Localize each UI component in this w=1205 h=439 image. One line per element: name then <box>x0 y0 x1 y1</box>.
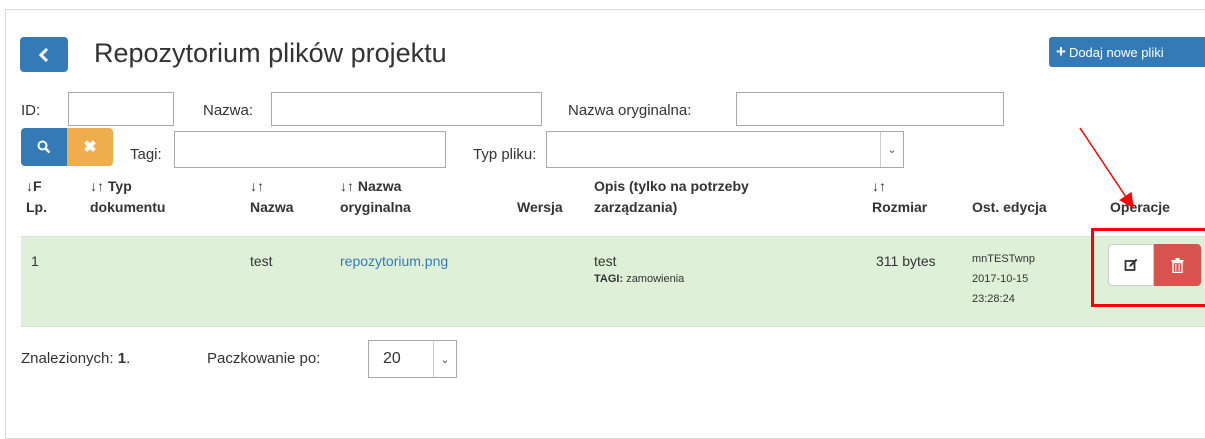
cell-original-name-link[interactable]: repozytorium.png <box>340 253 448 269</box>
found-count: Znalezionych: 1. <box>21 350 130 367</box>
column-header-name[interactable]: ↓↑ Nazwa <box>250 176 294 218</box>
cell-description: test TAGI: zamowienia <box>594 253 684 289</box>
sort-icon: ↓F <box>26 178 42 194</box>
chevron-down-icon: ⌄ <box>880 132 903 167</box>
clear-filters-button[interactable]: ✖ <box>67 128 113 166</box>
paging-select[interactable]: 20 ⌄ <box>368 340 457 378</box>
name-input[interactable] <box>271 92 542 126</box>
cell-lp: 1 <box>31 253 39 269</box>
name-label: Nazwa: <box>203 102 254 119</box>
column-header-document-type[interactable]: ↓↑ Typ dokumentu <box>90 176 165 218</box>
sort-icon: ↓↑ <box>340 178 354 194</box>
column-label-desc-2: zarządzania) <box>594 199 678 215</box>
cell-size: 311 bytes <box>876 253 936 269</box>
page-title: Repozytorium plików projektu <box>94 38 447 68</box>
chevron-down-icon: ⌄ <box>433 341 456 377</box>
tags-input[interactable] <box>174 131 446 168</box>
edit-time: 23:28:24 <box>972 293 1015 305</box>
column-header-last-edit: Ost. edycja <box>972 199 1047 215</box>
column-label-size: Rozmiar <box>872 199 928 215</box>
column-header-description: Opis (tylko na potrzeby zarządzania) <box>594 176 749 218</box>
column-label-lp: Lp. <box>26 199 47 215</box>
column-label-orig-2: oryginalna <box>340 199 411 215</box>
tags-prefix: TAGI: <box>594 273 624 285</box>
found-number: 1 <box>117 350 127 367</box>
close-icon: ✖ <box>83 139 97 156</box>
original-name-input[interactable] <box>736 92 1004 126</box>
add-files-button[interactable]: + Dodaj nowe pliki <box>1049 37 1205 67</box>
chevron-left-icon <box>39 47 49 62</box>
tags-label: Tagi: <box>130 146 162 163</box>
file-type-label: Typ pliku: <box>473 146 537 163</box>
add-files-label: Dodaj nowe pliki <box>1068 44 1164 60</box>
found-label: Znalezionych: <box>21 350 114 367</box>
sort-icon: ↓↑ <box>90 178 104 194</box>
column-label-doc-type-2: dokumentu <box>90 199 166 215</box>
highlight-box <box>1091 228 1205 307</box>
column-label-doc-type-1: Typ <box>107 178 132 194</box>
column-header-size[interactable]: ↓↑ Rozmiar <box>872 176 927 218</box>
file-type-select[interactable]: ⌄ <box>546 131 904 168</box>
column-label-desc-1: Opis (tylko na potrzeby <box>594 178 749 194</box>
back-button[interactable] <box>20 37 68 72</box>
original-name-label: Nazwa oryginalna: <box>568 102 692 119</box>
tags-value: zamowienia <box>626 273 685 285</box>
cell-name: test <box>250 253 273 269</box>
id-input[interactable] <box>68 92 174 126</box>
table-row: 1 test repozytorium.png test TAGI: zamow… <box>21 236 1205 327</box>
column-header-version: Wersja <box>517 199 563 215</box>
sort-icon: ↓↑ <box>872 178 886 194</box>
plus-icon: + <box>1056 42 1066 61</box>
paging-label: Paczkowanie po: <box>207 350 321 367</box>
description-text: test <box>594 253 617 269</box>
sort-icon: ↓↑ <box>250 178 264 194</box>
cell-last-edit: mnTESTwnp 2017-10-15 23:28:24 <box>972 249 1035 309</box>
search-icon <box>37 140 51 154</box>
column-header-lp[interactable]: ↓F Lp. <box>26 176 47 218</box>
edit-date: 2017-10-15 <box>972 273 1029 285</box>
tags-line: TAGI: zamowienia <box>594 269 684 289</box>
repository-panel <box>5 9 1205 439</box>
column-label-orig-1: Nazwa <box>357 178 402 194</box>
annotation-arrow-icon <box>1079 127 1134 209</box>
editor-name: mnTESTwnp <box>972 253 1035 265</box>
column-label-name: Nazwa <box>250 199 294 215</box>
column-header-original-name[interactable]: ↓↑ Nazwa oryginalna <box>340 176 411 218</box>
id-label: ID: <box>21 102 41 119</box>
found-suffix: . <box>126 350 131 367</box>
search-button[interactable] <box>21 128 67 166</box>
paging-value: 20 <box>383 350 401 367</box>
